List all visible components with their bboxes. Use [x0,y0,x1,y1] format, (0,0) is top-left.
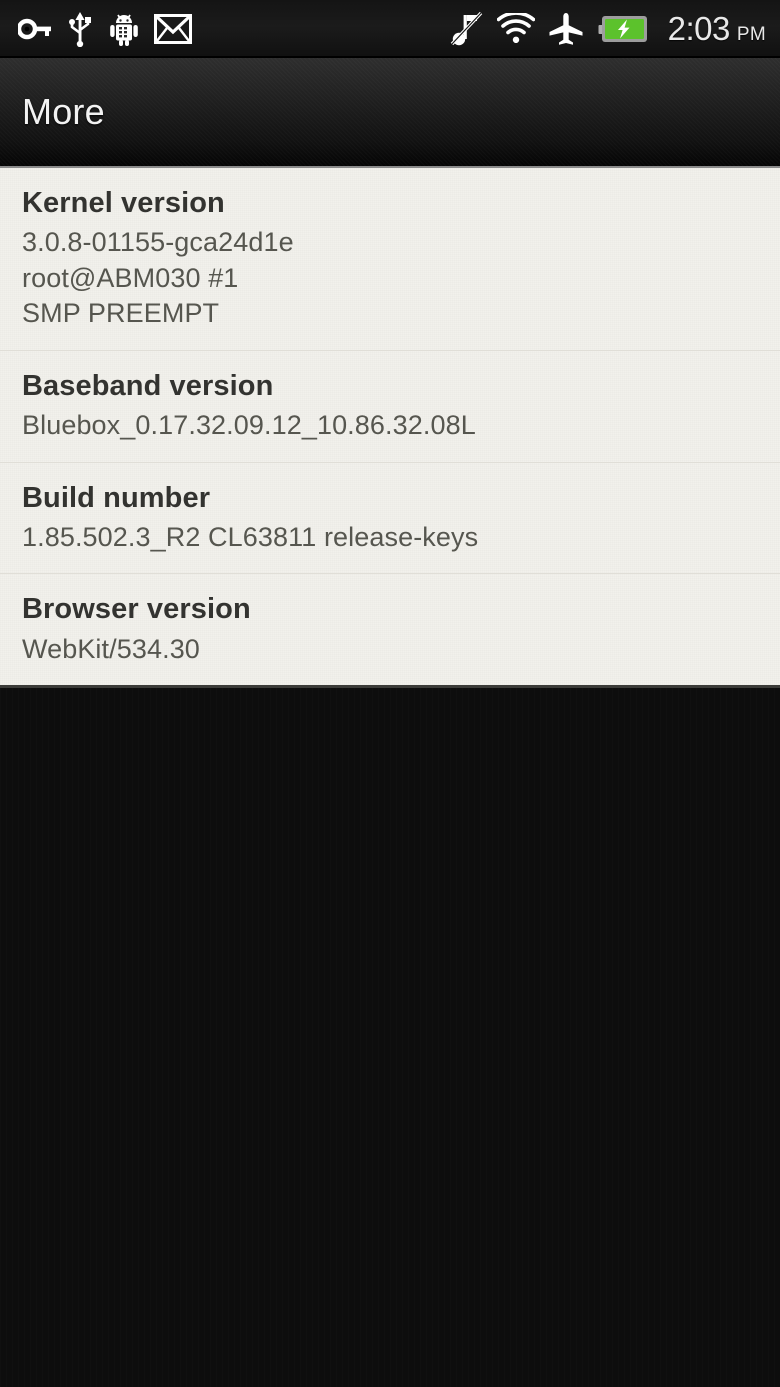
settings-list: Kernel version 3.0.8-01155-gca24d1e root… [0,168,780,689]
empty-area [0,688,780,1387]
usb-icon [66,11,94,48]
list-item-build-number[interactable]: Build number 1.85.502.3_R2 CL63811 relea… [0,463,780,575]
list-item-browser-version[interactable]: Browser version WebKit/534.30 [0,574,780,685]
status-bar-left-icons [16,11,450,48]
android-settings-screen: 2:03 PM More Kernel version 3.0.8-01155-… [0,0,780,1387]
silent-mode-icon [450,11,484,47]
airplane-mode-icon [548,12,584,46]
status-bar: 2:03 PM [0,0,780,58]
page-title: More [22,91,105,132]
list-item-title: Build number [22,481,211,514]
battery-charging-icon [597,14,649,44]
list-item-title: Baseband version [22,369,274,402]
list-item-summary: 1.85.502.3_R2 CL63811 release-keys [22,520,758,556]
summary-line: 3.0.8-01155-gca24d1e [22,227,294,258]
list-item-summary: Bluebox_0.17.32.09.12_10.86.32.08L [22,408,758,444]
action-bar: More [0,58,780,168]
list-item-summary: WebKit/534.30 [22,632,758,668]
wifi-icon [496,11,535,45]
summary-line: SMP PREEMPT [22,298,220,329]
summary-line: 1.85.502.3_R2 CL63811 release-keys [22,521,479,552]
summary-line: Bluebox_0.17.32.09.12_10.86.32.08L [22,410,476,441]
list-item-title: Browser version [22,593,251,626]
list-item-summary: 3.0.8-01155-gca24d1e root@ABM030 #1 SMP … [22,225,758,332]
gmail-icon [154,14,192,44]
vpn-key-icon [16,14,52,44]
list-item-baseband-version[interactable]: Baseband version Bluebox_0.17.32.09.12_1… [0,351,780,463]
summary-line: WebKit/534.30 [22,633,200,664]
android-debug-icon [108,11,140,47]
clock-time: 2:03 [667,10,731,47]
summary-line: root@ABM030 #1 [22,262,239,293]
status-bar-right-icons: 2:03 PM [450,10,766,48]
clock-ampm: PM [736,24,766,45]
list-item-kernel-version[interactable]: Kernel version 3.0.8-01155-gca24d1e root… [0,168,780,351]
status-bar-clock: 2:03 PM [668,10,766,48]
list-item-title: Kernel version [22,187,225,219]
